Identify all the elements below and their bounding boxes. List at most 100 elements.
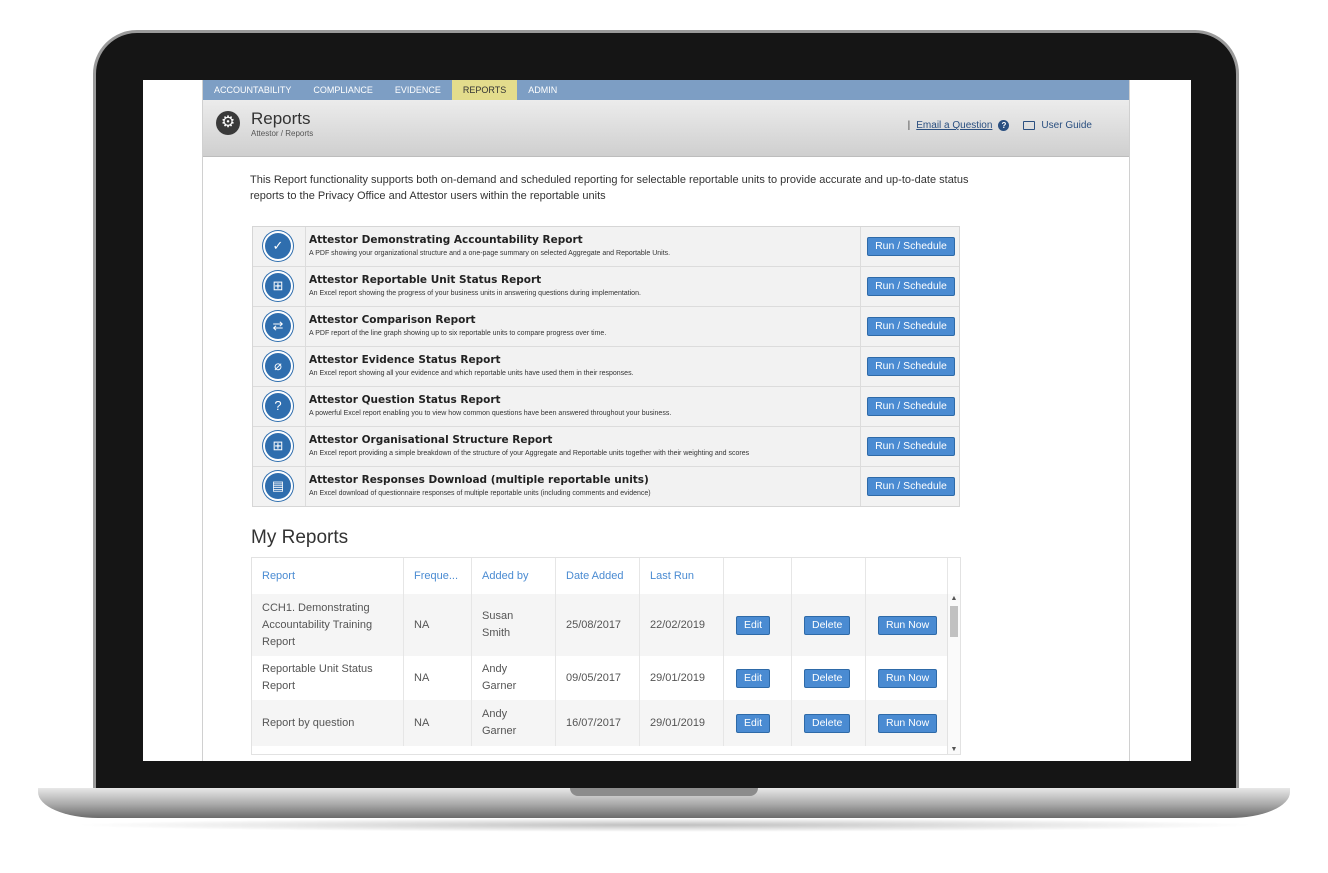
run-schedule-button[interactable]: Run / Schedule <box>867 477 955 496</box>
nav-compliance[interactable]: COMPLIANCE <box>302 80 384 100</box>
cell-last-run: 22/02/2019 <box>640 594 724 656</box>
laptop-screen: ACCOUNTABILITY COMPLIANCE EVIDENCE REPOR… <box>143 80 1191 761</box>
nav-evidence[interactable]: EVIDENCE <box>384 80 452 100</box>
help-icon[interactable]: ? <box>998 120 1010 131</box>
report-item: ✓ Attestor Demonstrating Accountability … <box>253 227 959 267</box>
delete-button[interactable]: Delete <box>804 713 851 733</box>
report-description: An Excel report providing a simple break… <box>309 450 750 457</box>
edit-button[interactable]: Edit <box>736 668 771 688</box>
cell-edit: Edit <box>724 700 792 746</box>
report-icon-cell: ? <box>253 387 306 426</box>
col-frequency[interactable]: Freque... <box>404 558 472 594</box>
col-run <box>866 558 948 594</box>
report-item: ⌀ Attestor Evidence Status Report An Exc… <box>253 347 959 387</box>
run-schedule-button[interactable]: Run / Schedule <box>867 397 955 416</box>
col-edit <box>724 558 792 594</box>
book-icon <box>1023 121 1036 130</box>
my-reports-table: Report Freque... Added by Date Added Las… <box>251 557 961 755</box>
report-description: A PDF report of the line graph showing u… <box>309 330 607 337</box>
cell-delete: Delete <box>792 594 866 656</box>
table-row-partial <box>252 746 948 754</box>
col-date-added[interactable]: Date Added <box>556 558 640 594</box>
report-item: ⇄ Attestor Comparison Report A PDF repor… <box>253 307 959 347</box>
report-title: Attestor Comparison Report <box>309 314 476 326</box>
cell-frequency: NA <box>404 594 472 656</box>
run-schedule-button[interactable]: Run / Schedule <box>867 237 955 256</box>
cell-run: Run Now <box>866 656 948 700</box>
report-title: Attestor Organisational Structure Report <box>309 434 553 446</box>
table-scrollbar[interactable]: ▲ ▼ <box>947 594 960 754</box>
link-separator: | <box>907 120 911 131</box>
col-added-by[interactable]: Added by <box>472 558 556 594</box>
report-button-cell: Run / Schedule <box>860 267 959 306</box>
report-text: Attestor Demonstrating Accountability Re… <box>309 227 857 266</box>
cell-last-run: 29/01/2019 <box>640 700 724 746</box>
report-icon-cell: ⌀ <box>253 347 306 386</box>
cell-edit: Edit <box>724 656 792 700</box>
nav-reports[interactable]: REPORTS <box>451 80 518 100</box>
my-reports-title: My Reports <box>251 527 349 548</box>
report-text: Attestor Organisational Structure Report… <box>309 427 857 466</box>
col-last-run[interactable]: Last Run <box>640 558 724 594</box>
col-report[interactable]: Report <box>252 558 404 594</box>
run-schedule-button[interactable]: Run / Schedule <box>867 277 955 296</box>
cell-report: Report by question <box>252 700 404 746</box>
report-text: Attestor Comparison Report A PDF report … <box>309 307 857 346</box>
col-delete <box>792 558 866 594</box>
report-item: ▤ Attestor Responses Download (multiple … <box>253 467 959 506</box>
cell-delete: Delete <box>792 656 866 700</box>
breadcrumb: Attestor / Reports <box>251 129 314 138</box>
run-schedule-button[interactable]: Run / Schedule <box>867 437 955 456</box>
page-title: Reports <box>251 109 311 128</box>
report-description: A PDF showing your organizational struct… <box>309 250 671 257</box>
laptop-notch <box>570 788 758 796</box>
run-now-button[interactable]: Run Now <box>878 668 938 688</box>
run-now-button[interactable]: Run Now <box>878 615 938 635</box>
report-title: Attestor Responses Download (multiple re… <box>309 474 649 486</box>
cell-date-added: 25/08/2017 <box>556 594 640 656</box>
user-guide-link[interactable]: User Guide <box>1041 120 1092 131</box>
header-links: | Email a Question ? User Guide <box>908 120 1092 131</box>
report-list: ✓ Attestor Demonstrating Accountability … <box>252 226 960 507</box>
report-button-cell: Run / Schedule <box>860 467 959 506</box>
cell-date-added: 09/05/2017 <box>556 656 640 700</box>
cell-frequency: NA <box>404 700 472 746</box>
scroll-thumb[interactable] <box>950 606 958 637</box>
cell-run: Run Now <box>866 594 948 656</box>
cell-delete: Delete <box>792 700 866 746</box>
report-button-cell: Run / Schedule <box>860 427 959 466</box>
table-row: CCH1. Demonstrating Accountability Train… <box>252 594 948 656</box>
report-title: Attestor Question Status Report <box>309 394 501 406</box>
run-now-button[interactable]: Run Now <box>878 713 938 733</box>
report-description: An Excel report showing all your evidenc… <box>309 370 634 377</box>
compare-arrows-icon: ⇄ <box>263 311 293 341</box>
checkmark-icon: ✓ <box>263 231 293 261</box>
scroll-up-icon[interactable]: ▲ <box>950 595 958 602</box>
report-icon-cell: ▤ <box>253 467 306 506</box>
edit-button[interactable]: Edit <box>736 713 771 733</box>
app-window: ACCOUNTABILITY COMPLIANCE EVIDENCE REPOR… <box>202 80 1130 761</box>
delete-button[interactable]: Delete <box>804 668 851 688</box>
report-title: Attestor Evidence Status Report <box>309 354 501 366</box>
email-question-link[interactable]: Email a Question <box>916 120 992 131</box>
cell-report: CCH1. Demonstrating Accountability Train… <box>252 594 404 656</box>
laptop-shadow <box>70 818 1260 832</box>
nav-accountability[interactable]: ACCOUNTABILITY <box>203 80 302 100</box>
report-text: Attestor Reportable Unit Status Report A… <box>309 267 857 306</box>
table-row: Reportable Unit Status Report NA Andy Ga… <box>252 656 948 700</box>
delete-button[interactable]: Delete <box>804 615 851 635</box>
cell-report: Reportable Unit Status Report <box>252 656 404 700</box>
cell-added-by: Andy Garner <box>472 700 556 746</box>
report-description: A powerful Excel report enabling you to … <box>309 410 672 417</box>
report-icon-cell: ⊞ <box>253 267 306 306</box>
nav-admin[interactable]: ADMIN <box>517 80 568 100</box>
run-schedule-button[interactable]: Run / Schedule <box>867 317 955 336</box>
run-schedule-button[interactable]: Run / Schedule <box>867 357 955 376</box>
edit-button[interactable]: Edit <box>736 615 771 635</box>
table-row: Report by question NA Andy Garner 16/07/… <box>252 700 948 746</box>
cell-date-added: 16/07/2017 <box>556 700 640 746</box>
top-nav: ACCOUNTABILITY COMPLIANCE EVIDENCE REPOR… <box>203 80 1129 100</box>
scroll-down-icon[interactable]: ▼ <box>950 746 958 753</box>
report-title: Attestor Reportable Unit Status Report <box>309 274 542 286</box>
cell-run: Run Now <box>866 700 948 746</box>
